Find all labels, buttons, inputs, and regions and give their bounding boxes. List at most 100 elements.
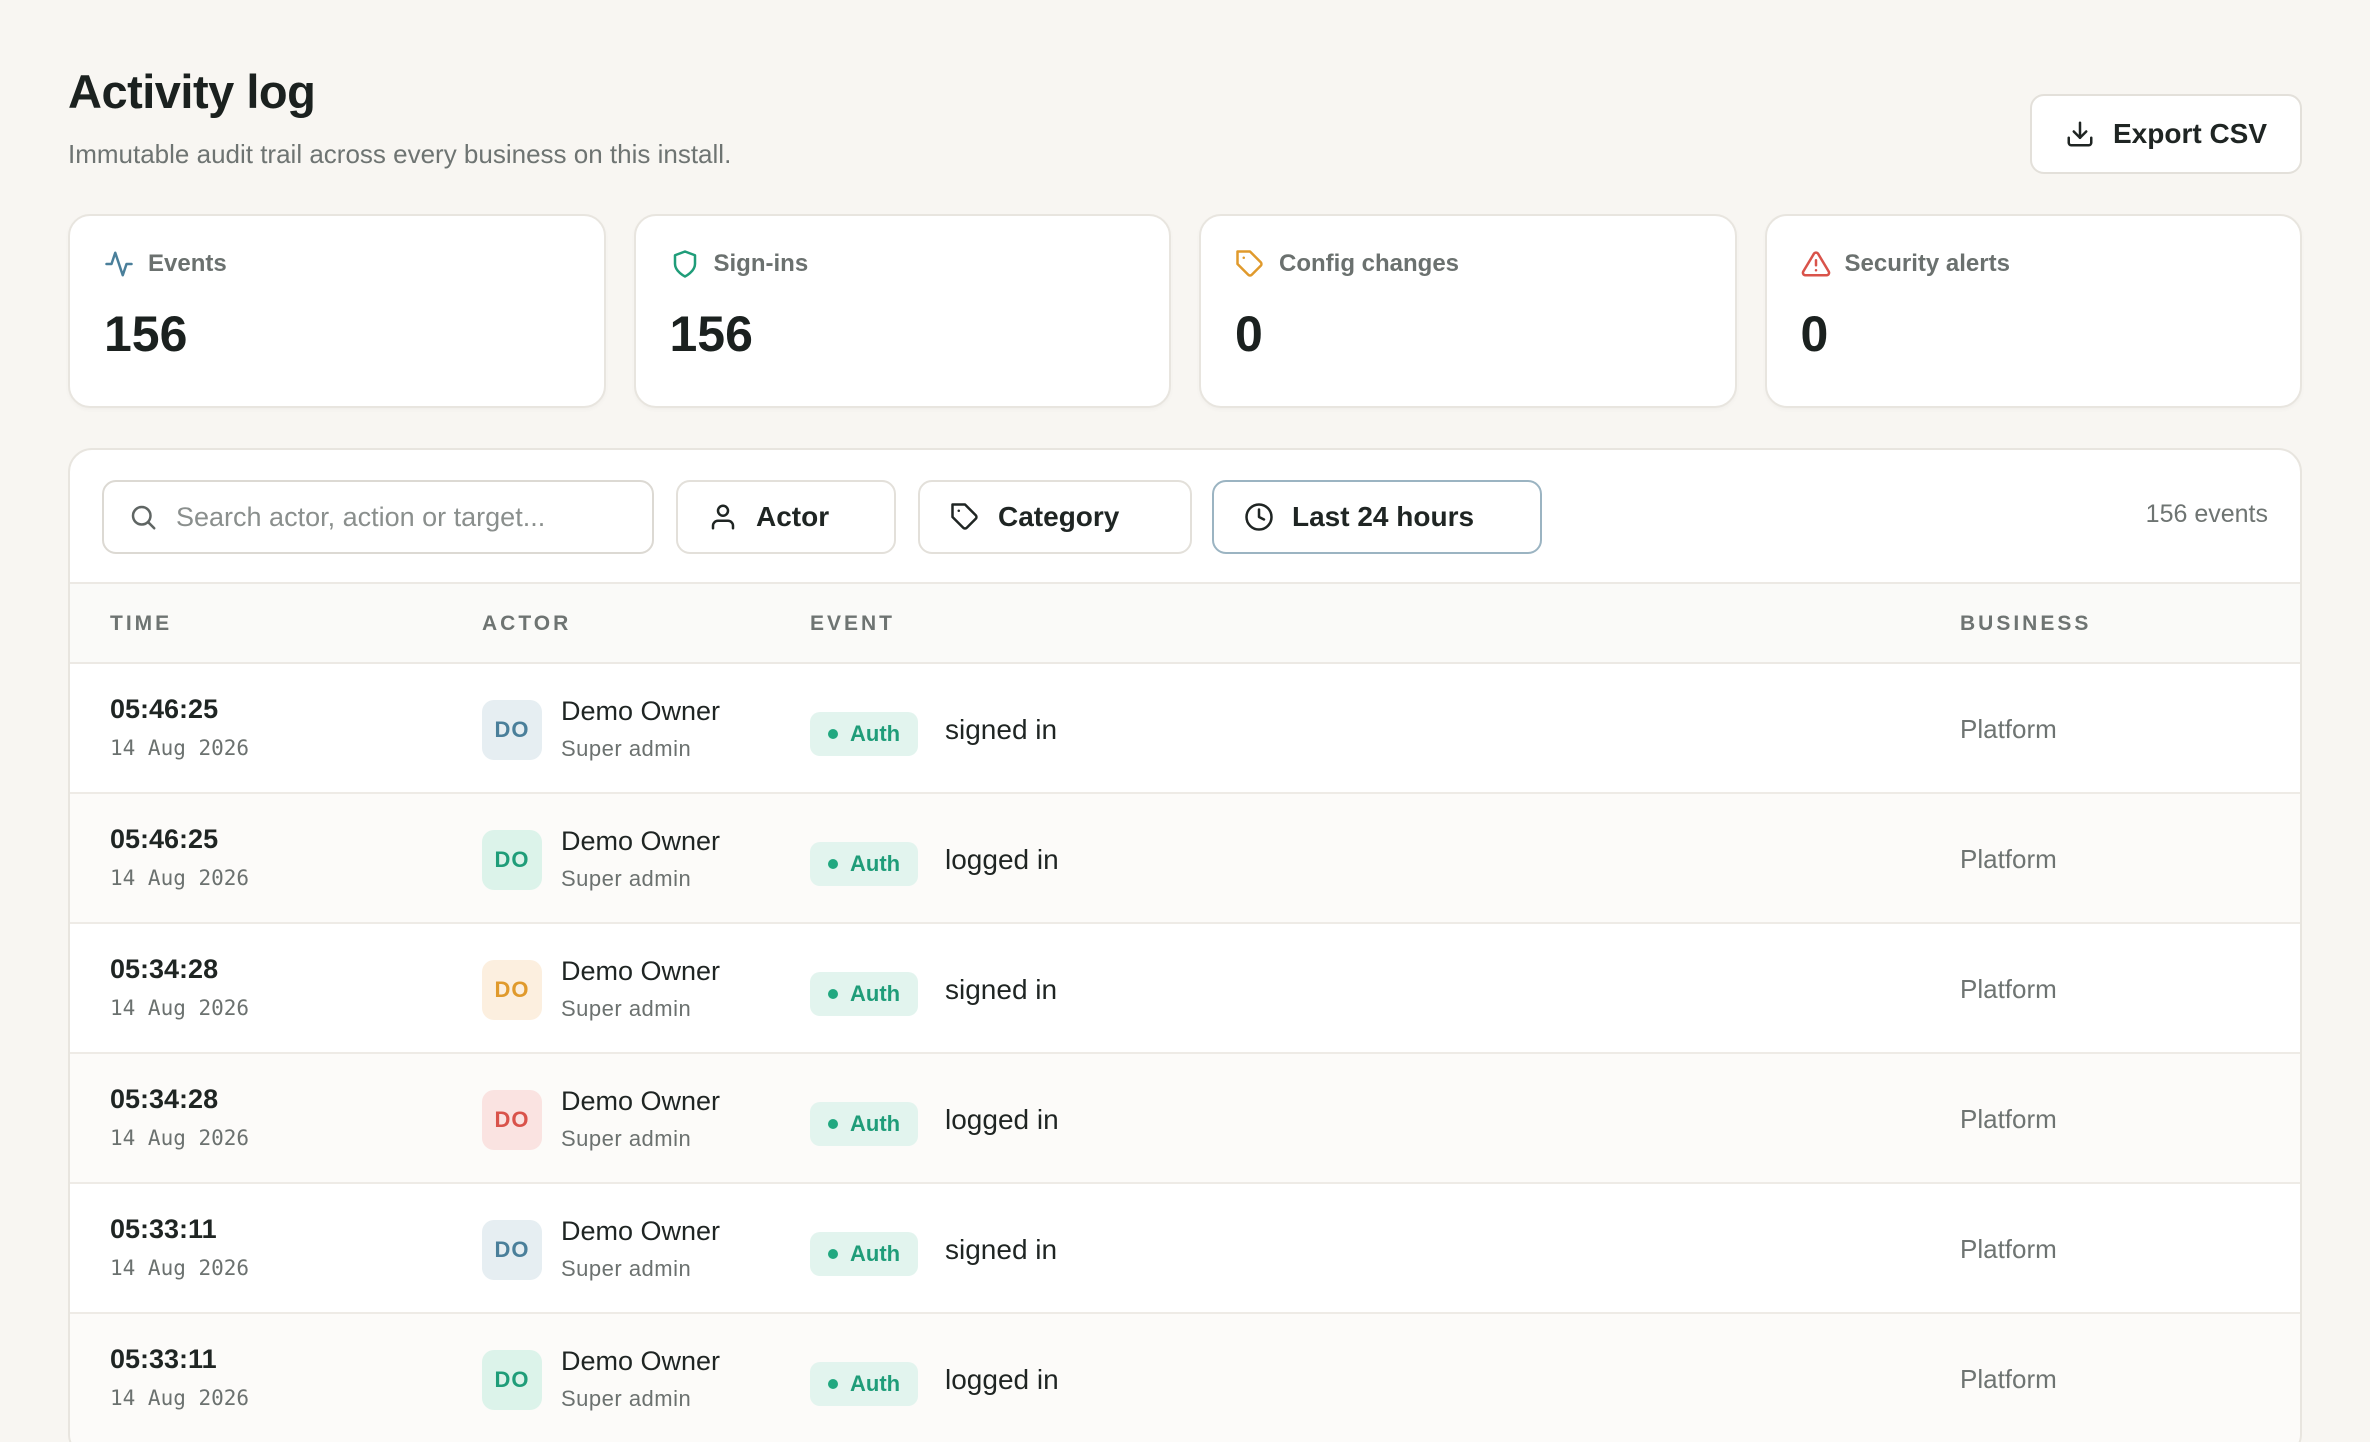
- actor-role: Super admin: [561, 1126, 692, 1151]
- category-badge: Auth: [810, 712, 919, 756]
- business-name: Platform: [1960, 1104, 2057, 1134]
- stat-label: Config changes: [1279, 250, 1460, 277]
- events-count: 156 events: [2145, 500, 2268, 528]
- table-body: 05:46:25 14 Aug 2026 DO Demo Owner Super…: [70, 664, 2300, 1442]
- event-date: 14 Aug 2026: [110, 1126, 250, 1150]
- event-date: 14 Aug 2026: [110, 866, 250, 890]
- stat-card-security-alerts: Security alerts 0: [1764, 214, 2302, 408]
- table-row[interactable]: 05:33:11 14 Aug 2026 DO Demo Owner Super…: [70, 1184, 2300, 1314]
- actor-role: Super admin: [561, 996, 692, 1021]
- avatar: DO: [482, 1350, 542, 1410]
- business-name: Platform: [1960, 974, 2057, 1004]
- actor-role: Super admin: [561, 1256, 692, 1281]
- category-badge: Auth: [810, 972, 919, 1016]
- tag-icon: [951, 503, 978, 530]
- search-icon: [131, 505, 156, 530]
- category-filter-label: Category: [998, 501, 1120, 532]
- avatar: DO: [482, 700, 542, 760]
- business-name: Platform: [1960, 1234, 2057, 1264]
- category-label: Auth: [850, 981, 901, 1006]
- search-input[interactable]: [176, 501, 636, 533]
- table-row[interactable]: 05:34:28 14 Aug 2026 DO Demo Owner Super…: [70, 1054, 2300, 1184]
- stats-row: Events 156 Sign-ins 156 Config changes 0…: [68, 214, 2302, 408]
- category-badge: Auth: [810, 1232, 919, 1276]
- actor-filter[interactable]: Actor: [676, 480, 896, 554]
- actor-role: Super admin: [561, 866, 692, 891]
- event-time: 05:46:25: [110, 694, 219, 724]
- actor-name: Demo Owner: [561, 1346, 721, 1376]
- time-range-filter[interactable]: Last 24 hours: [1212, 480, 1542, 554]
- event-description: signed in: [945, 714, 1058, 745]
- status-dot: [828, 1119, 838, 1129]
- status-dot: [828, 729, 838, 739]
- column-header-time: TIME: [110, 612, 173, 635]
- actor-name: Demo Owner: [561, 1086, 721, 1116]
- status-dot: [828, 1249, 838, 1259]
- actor-role: Super admin: [561, 736, 692, 761]
- stat-value: 156: [104, 306, 188, 362]
- category-label: Auth: [850, 1111, 901, 1136]
- export-csv-button[interactable]: Export CSV: [2030, 94, 2302, 174]
- activity-icon: [105, 251, 133, 277]
- page-subtitle: Immutable audit trail across every busin…: [68, 139, 732, 169]
- avatar: DO: [482, 1090, 542, 1150]
- status-dot: [828, 1379, 838, 1389]
- stat-card-sign-ins: Sign-ins 156: [633, 214, 1171, 408]
- event-time: 05:34:28: [110, 1084, 219, 1114]
- status-dot: [828, 859, 838, 869]
- user-icon: [711, 504, 735, 530]
- event-time: 05:46:25: [110, 824, 219, 854]
- column-header-business: BUSINESS: [1960, 612, 2092, 635]
- stat-value: 0: [1235, 306, 1263, 362]
- filter-toolbar: Actor Category Last 24 hours 156 events: [70, 450, 2300, 584]
- actor-filter-label: Actor: [756, 501, 830, 532]
- event-description: logged in: [945, 1104, 1059, 1135]
- actor-name: Demo Owner: [561, 1216, 721, 1246]
- actor-name: Demo Owner: [561, 826, 721, 856]
- event-time: 05:34:28: [110, 954, 219, 984]
- event-date: 14 Aug 2026: [110, 1386, 250, 1410]
- actor-name: Demo Owner: [561, 696, 721, 726]
- avatar: DO: [482, 960, 542, 1020]
- stat-label: Security alerts: [1844, 250, 2010, 277]
- page-header: Activity log Immutable audit trail acros…: [68, 64, 2302, 184]
- stat-label: Sign-ins: [713, 250, 809, 277]
- category-label: Auth: [850, 1371, 901, 1396]
- activity-panel: Actor Category Last 24 hours 156 events …: [68, 448, 2302, 1442]
- export-csv-label: Export CSV: [2112, 118, 2268, 149]
- stat-card-events: Events 156: [68, 214, 606, 408]
- category-label: Auth: [850, 851, 901, 876]
- business-name: Platform: [1960, 1364, 2057, 1394]
- table-row[interactable]: 05:33:11 14 Aug 2026 DO Demo Owner Super…: [70, 1314, 2300, 1442]
- stat-label: Events: [148, 250, 227, 277]
- event-time: 05:33:11: [110, 1214, 217, 1244]
- shield-icon: [673, 250, 696, 278]
- event-date: 14 Aug 2026: [110, 1256, 250, 1280]
- event-description: logged in: [945, 1364, 1059, 1395]
- category-filter[interactable]: Category: [918, 480, 1192, 554]
- actor-role: Super admin: [561, 1386, 692, 1411]
- business-name: Platform: [1960, 844, 2057, 874]
- business-name: Platform: [1960, 714, 2057, 744]
- table-row[interactable]: 05:34:28 14 Aug 2026 DO Demo Owner Super…: [70, 924, 2300, 1054]
- status-dot: [828, 989, 838, 999]
- column-header-actor: ACTOR: [482, 612, 572, 635]
- tag-icon: [1236, 250, 1263, 277]
- category-label: Auth: [850, 721, 901, 746]
- table-header: TIME ACTOR EVENT BUSINESS: [70, 584, 2300, 664]
- category-badge: Auth: [810, 1102, 919, 1146]
- avatar: DO: [482, 1220, 542, 1280]
- search-box[interactable]: [102, 480, 654, 554]
- category-badge: Auth: [810, 1362, 919, 1406]
- table-row[interactable]: 05:46:25 14 Aug 2026 DO Demo Owner Super…: [70, 664, 2300, 794]
- stat-value: 156: [669, 306, 753, 362]
- table-row[interactable]: 05:46:25 14 Aug 2026 DO Demo Owner Super…: [70, 794, 2300, 924]
- event-date: 14 Aug 2026: [110, 736, 250, 760]
- category-badge: Auth: [810, 842, 919, 886]
- category-label: Auth: [850, 1241, 901, 1266]
- time-range-label: Last 24 hours: [1292, 501, 1475, 532]
- stat-card-config-changes: Config changes 0: [1199, 214, 1737, 408]
- alert-triangle-icon: [1801, 251, 1830, 277]
- column-header-event: EVENT: [810, 612, 896, 635]
- event-time: 05:33:11: [110, 1344, 217, 1374]
